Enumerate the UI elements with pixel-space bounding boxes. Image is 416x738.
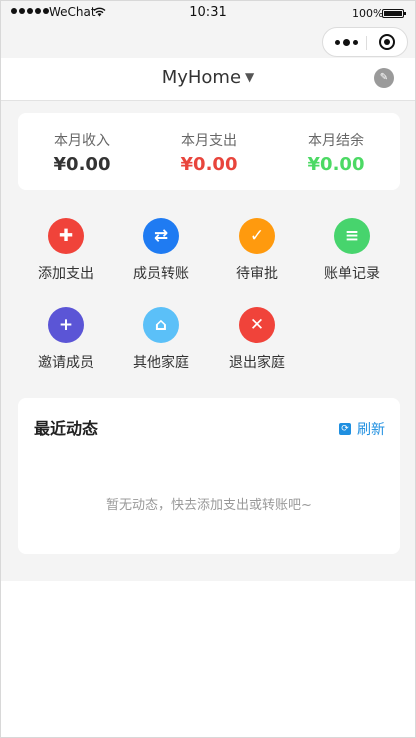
other-family-icon: ⌂ <box>143 307 179 343</box>
invite-member-button[interactable]: + 邀请成员 <box>20 307 112 372</box>
battery-percent: 100% <box>352 7 384 20</box>
capsule-divider <box>366 36 367 50</box>
summary-income: 本月收入 ¥0.00 <box>18 130 146 175</box>
add-expense-icon: ✚ <box>48 218 84 254</box>
battery-icon <box>382 9 406 18</box>
invite-member-icon: + <box>48 307 84 343</box>
other-family-button[interactable]: ⌂ 其他家庭 <box>115 307 207 372</box>
close-mini-program-icon[interactable] <box>379 34 395 50</box>
refresh-label: 刷新 <box>357 422 385 438</box>
empty-state-text: 暂无动态，快去添加支出或转账吧~ <box>106 498 312 513</box>
action-label: 账单记录 <box>324 266 380 282</box>
phone-frame: WeChat 10:31 100% MyHome ▼ ✎ 本月收入 ¥0.00 本… <box>0 0 416 738</box>
recent-activity-title: 最近动态 <box>34 419 99 438</box>
summary-expense: 本月支出 ¥0.00 <box>145 130 273 175</box>
mini-program-capsule <box>322 27 408 57</box>
summary-value: ¥0.00 <box>307 154 365 175</box>
summary-label: 本月支出 <box>181 133 237 149</box>
action-label: 待审批 <box>236 266 278 282</box>
caret-down-icon: ▼ <box>245 70 255 84</box>
pending-approval-button[interactable]: ✓ 待审批 <box>211 218 303 283</box>
more-options-icon[interactable] <box>335 39 358 46</box>
refresh-button[interactable]: ⟳ 刷新 <box>339 419 385 439</box>
nav-bar: MyHome ▼ ✎ <box>1 58 415 101</box>
summary-label: 本月结余 <box>308 133 364 149</box>
summary-value: ¥0.00 <box>180 154 238 175</box>
refresh-icon: ⟳ <box>339 423 351 435</box>
summary-balance: 本月结余 ¥0.00 <box>272 130 400 175</box>
family-name: MyHome <box>161 67 242 88</box>
family-selector[interactable]: MyHome ▼ <box>1 67 415 88</box>
monthly-summary-card: 本月收入 ¥0.00 本月支出 ¥0.00 本月结余 ¥0.00 <box>18 113 400 190</box>
exit-family-icon: ✕ <box>239 307 275 343</box>
pending-approval-icon: ✓ <box>239 218 275 254</box>
action-label: 成员转账 <box>133 266 189 282</box>
recent-activity-card: 最近动态 ⟳ 刷新 暂无动态，快去添加支出或转账吧~ <box>18 398 400 554</box>
bill-records-button[interactable]: ≡ 账单记录 <box>306 218 398 283</box>
transfer-button[interactable]: ⇄ 成员转账 <box>115 218 207 283</box>
action-label: 邀请成员 <box>38 355 94 371</box>
action-label: 添加支出 <box>38 266 94 282</box>
exit-family-button[interactable]: ✕ 退出家庭 <box>211 307 303 372</box>
add-expense-button[interactable]: ✚ 添加支出 <box>20 218 112 283</box>
edit-icon[interactable]: ✎ <box>374 68 394 88</box>
transfer-icon: ⇄ <box>143 218 179 254</box>
status-bar: WeChat 10:31 100% <box>1 1 415 25</box>
action-label: 退出家庭 <box>229 355 285 371</box>
action-label: 其他家庭 <box>133 355 189 371</box>
summary-label: 本月收入 <box>54 133 110 149</box>
bill-records-icon: ≡ <box>334 218 370 254</box>
summary-value: ¥0.00 <box>53 154 111 175</box>
